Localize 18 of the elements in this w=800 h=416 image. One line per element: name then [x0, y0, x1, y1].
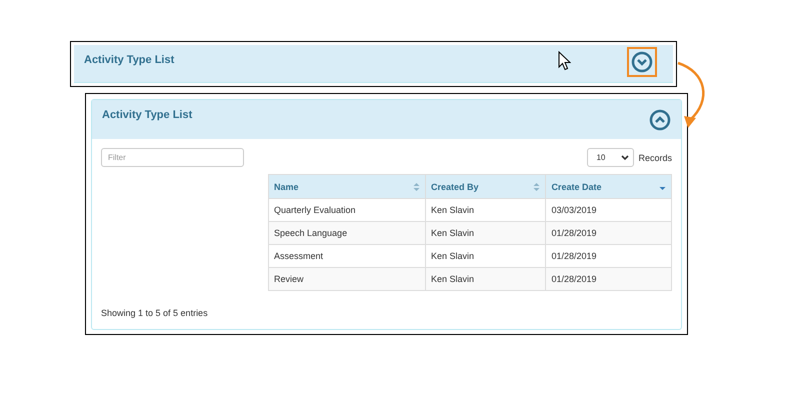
table-cell: 01/28/2019	[546, 222, 672, 244]
records-dropdown[interactable]: 10	[587, 148, 634, 167]
table-cell: Ken Slavin	[426, 268, 546, 290]
panel-title: Activity Type List	[84, 54, 174, 66]
panel-title: Activity Type List	[102, 109, 192, 121]
pointer-icon	[558, 51, 571, 71]
column-header[interactable]: Create Date	[546, 174, 672, 198]
table-cell: Speech Language	[268, 222, 426, 244]
caret-icon	[621, 154, 630, 160]
entries-summary: Showing 1 to 5 of 5 entries	[101, 308, 209, 318]
table-cell: Ken Slavin	[426, 222, 546, 244]
table-cell: 01/28/2019	[546, 268, 672, 290]
records-label: Records	[638, 152, 672, 162]
table-cell: Review	[268, 268, 426, 290]
toggle-button[interactable]	[649, 109, 671, 131]
column-header[interactable]: Name	[268, 174, 426, 198]
column-header[interactable]: Created By	[426, 174, 546, 198]
filter-field[interactable]: Filter	[101, 148, 244, 167]
